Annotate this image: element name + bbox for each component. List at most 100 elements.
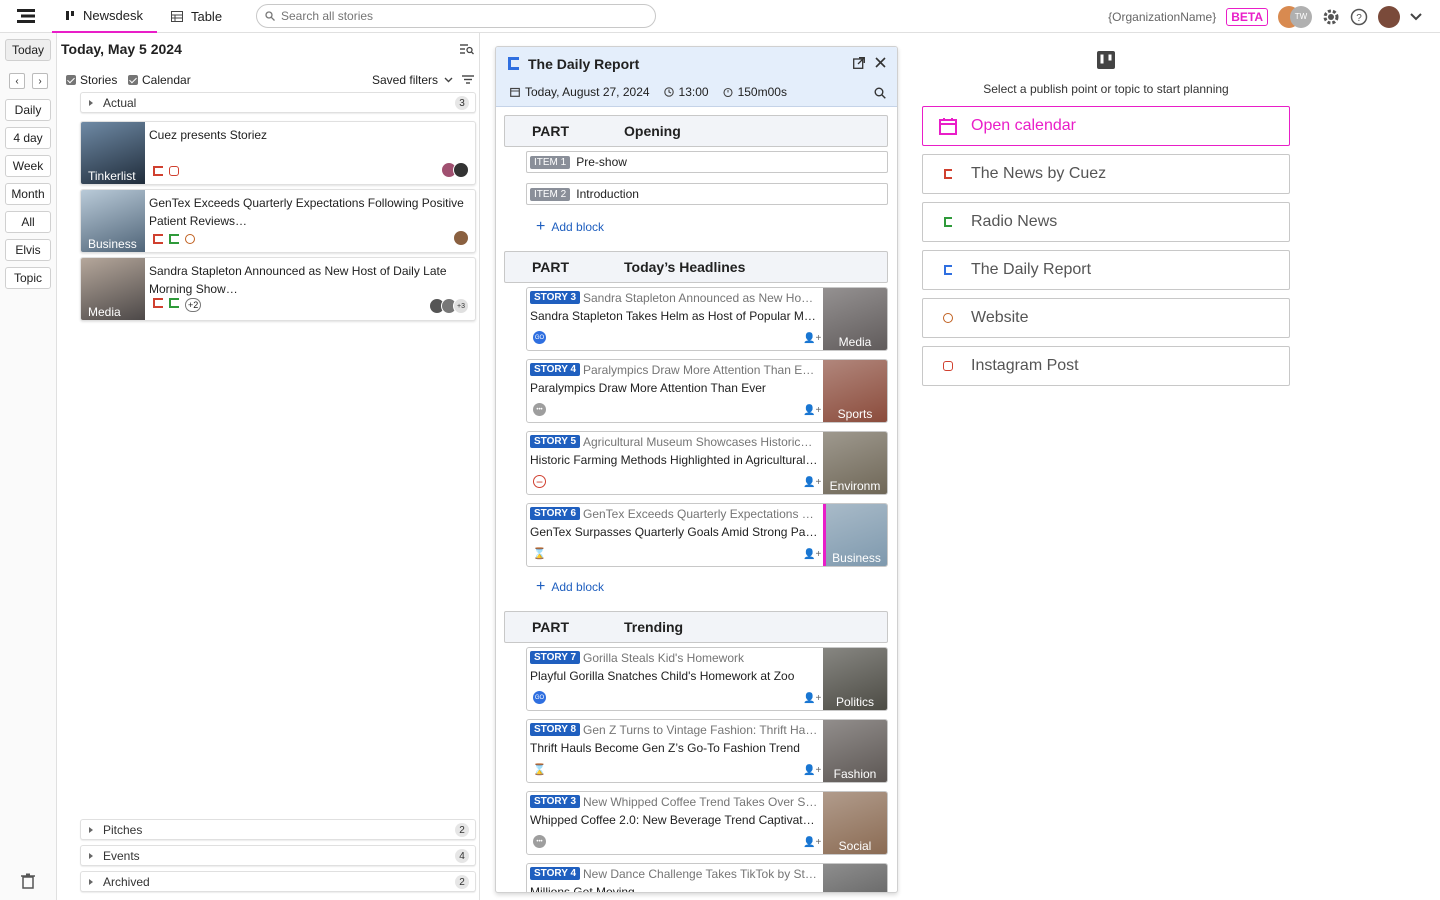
top-right-tools: {OrganizationName} BETA TW ? — [1108, 0, 1422, 33]
story-row[interactable]: STORY 5 Agricultural Museum Showcases His… — [526, 431, 888, 495]
avatar — [453, 162, 469, 178]
story-row[interactable]: STORY 6 GenTex Exceeds Quarterly Expectat… — [526, 503, 888, 567]
publish-point-news-by-cuez[interactable]: The News by Cuez — [922, 154, 1290, 194]
tab-table-label: Table — [190, 8, 223, 24]
story-title: Sandra Stapleton Announced as New Host o… — [149, 264, 447, 296]
view-4day-button[interactable]: 4 day — [5, 127, 51, 149]
calendar-checkbox-label: Calendar — [142, 73, 191, 87]
story-title: GenTex Exceeds Quarterly Expectations Fo… — [149, 196, 464, 228]
rundown-item[interactable]: ITEM 1 Pre-show — [526, 151, 888, 173]
search-input[interactable] — [281, 9, 641, 23]
chevron-down-icon[interactable] — [1410, 12, 1422, 21]
assign-user-icon[interactable]: 👤+ — [803, 765, 821, 776]
assign-user-icon[interactable]: 👤+ — [803, 405, 821, 416]
story-row[interactable]: STORY 4 New Dance Challenge Takes TikTok … — [526, 863, 888, 892]
rundown-part[interactable]: PART Today’s Headlines — [504, 251, 888, 283]
rundown-part[interactable]: PART Trending — [504, 611, 888, 643]
radio-icon — [169, 234, 179, 244]
assign-user-icon[interactable]: 👤+ — [803, 837, 821, 848]
user-avatar[interactable] — [1378, 5, 1400, 28]
close-icon[interactable] — [875, 57, 886, 68]
story-card[interactable]: Media Sandra Stapleton Announced as New … — [80, 257, 476, 321]
status-icon[interactable]: ⌛ — [533, 547, 546, 560]
story-tag: Tinkerlist — [88, 169, 136, 183]
view-week-button[interactable]: Week — [5, 155, 51, 177]
expand-icon — [89, 852, 93, 859]
open-external-icon[interactable] — [853, 57, 865, 69]
cuez-icon — [153, 166, 163, 176]
view-daily-button[interactable]: Daily — [5, 99, 51, 121]
publish-point-daily-report[interactable]: The Daily Report — [922, 250, 1290, 290]
publish-point-website[interactable]: Website — [922, 298, 1290, 338]
view-all-button[interactable]: All — [5, 211, 51, 233]
tab-newsdesk[interactable]: Newsdesk — [52, 0, 157, 33]
search-icon[interactable] — [874, 87, 886, 99]
group-actual[interactable]: Actual 3 — [80, 92, 476, 113]
add-block-button[interactable]: + Add block — [536, 579, 604, 595]
story-source-title: Gen Z Turns to Vintage Fashion: Thrift H… — [583, 723, 819, 737]
trash-icon[interactable] — [21, 873, 35, 889]
rundown-part[interactable]: PART Opening — [504, 115, 888, 147]
story-card[interactable]: Business GenTex Exceeds Quarterly Expect… — [80, 189, 476, 253]
assign-user-icon[interactable]: 👤+ — [803, 693, 821, 704]
calendar-checkbox[interactable]: Calendar — [128, 73, 191, 87]
status-icon[interactable]: ⌛ — [533, 763, 546, 776]
instagram-icon — [169, 166, 179, 176]
story-row[interactable]: STORY 8 Gen Z Turns to Vintage Fashion: T… — [526, 719, 888, 783]
story-row[interactable]: STORY 3 Sandra Stapleton Announced as New… — [526, 287, 888, 351]
story-tag: Politics — [835, 695, 874, 709]
search-bar[interactable] — [256, 4, 656, 28]
filter-icon[interactable] — [462, 75, 474, 84]
view-topic-button[interactable]: Topic — [5, 267, 51, 289]
publish-icons — [153, 166, 179, 176]
story-badge: STORY 3 — [530, 795, 581, 808]
story-thumbnail — [823, 864, 887, 892]
prev-date-button[interactable]: ‹ — [9, 73, 25, 89]
story-badge: STORY 8 — [530, 723, 581, 736]
stories-checkbox[interactable]: Stories — [66, 73, 117, 87]
help-icon[interactable]: ? — [1350, 8, 1368, 26]
story-tag: Social — [838, 839, 872, 853]
team-avatars[interactable]: TW — [1278, 5, 1312, 28]
tab-table[interactable]: Table — [157, 0, 236, 33]
story-card[interactable]: Tinkerlist Cuez presents Storiez — [80, 121, 476, 185]
expand-icon — [89, 826, 93, 833]
today-button[interactable]: Today — [5, 39, 51, 61]
saved-filters-dropdown[interactable]: Saved filters — [372, 73, 453, 87]
story-row[interactable]: STORY 3 New Whipped Coffee Trend Takes Ov… — [526, 791, 888, 855]
calendar-icon — [939, 118, 957, 135]
group-events[interactable]: Events 4 — [80, 845, 476, 866]
chevron-left-icon: ‹ — [15, 75, 19, 87]
story-source-title: Agricultural Museum Showcases Historic… — [583, 435, 813, 449]
app-logo-icon[interactable] — [0, 0, 52, 33]
saved-filters-label: Saved filters — [372, 73, 439, 87]
story-thumbnail: Business — [823, 504, 887, 566]
status-icon[interactable]: − — [533, 475, 546, 489]
next-date-button[interactable]: › — [32, 73, 48, 89]
view-month-button[interactable]: Month — [5, 183, 51, 205]
status-icon[interactable]: ••• — [533, 403, 546, 416]
publish-point-instagram[interactable]: Instagram Post — [922, 346, 1290, 386]
search-list-icon[interactable] — [460, 44, 474, 55]
add-block-button[interactable]: + Add block — [536, 219, 604, 235]
story-row[interactable]: STORY 7 Gorilla Steals Kid's Homework Play… — [526, 647, 888, 711]
story-row[interactable]: STORY 4 Paralympics Draw More Attention T… — [526, 359, 888, 423]
story-thumbnail: Tinkerlist — [81, 122, 145, 184]
rundown-item[interactable]: ITEM 2 Introduction — [526, 183, 888, 205]
group-pitches[interactable]: Pitches 2 — [80, 819, 476, 840]
calendar-icon — [510, 87, 520, 97]
assign-user-icon[interactable]: 👤+ — [803, 333, 821, 344]
story-source-title: Paralympics Draw More Attention Than Ev… — [583, 363, 819, 377]
assign-user-icon[interactable]: 👤+ — [803, 549, 821, 560]
status-icon[interactable]: GO — [533, 691, 546, 704]
group-archived[interactable]: Archived 2 — [80, 871, 476, 892]
publish-point-radio-news[interactable]: Radio News — [922, 202, 1290, 242]
story-tag: Media — [88, 305, 121, 319]
view-elvis-button[interactable]: Elvis — [5, 239, 51, 261]
status-icon[interactable]: GO — [533, 331, 546, 344]
assign-user-icon[interactable]: 👤+ — [803, 477, 821, 488]
gear-icon[interactable] — [1322, 8, 1340, 26]
story-source-title: New Dance Challenge Takes TikTok by Sto… — [583, 867, 819, 881]
open-calendar-button[interactable]: Open calendar — [922, 106, 1290, 146]
status-icon[interactable]: ••• — [533, 835, 546, 848]
